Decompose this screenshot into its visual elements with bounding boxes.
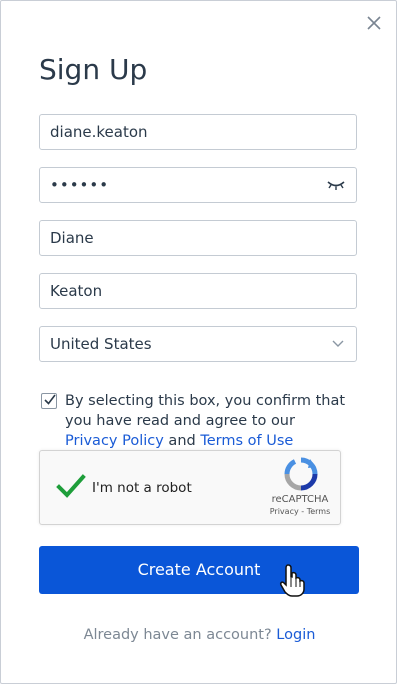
username-input[interactable] — [50, 115, 320, 149]
last-name-input[interactable] — [50, 274, 320, 308]
username-field[interactable] — [39, 114, 357, 150]
recaptcha-links: Privacy - Terms — [260, 507, 340, 516]
first-name-input[interactable] — [50, 221, 320, 255]
eye-closed-icon[interactable] — [327, 179, 345, 191]
recaptcha-privacy-link[interactable]: Privacy — [270, 507, 299, 516]
terms-of-use-link[interactable]: Terms of Use — [200, 433, 293, 449]
hand-cursor-icon — [280, 564, 305, 597]
consent-checkbox[interactable] — [41, 393, 57, 409]
password-field[interactable]: •••••• — [39, 167, 357, 203]
recaptcha-brand: reCAPTCHA — [271, 494, 329, 505]
recaptcha-terms-link[interactable]: Terms — [307, 507, 331, 516]
recaptcha-separator: - — [298, 507, 307, 516]
captcha-check-icon[interactable] — [56, 473, 86, 501]
privacy-policy-link[interactable]: Privacy Policy — [65, 433, 164, 449]
signup-dialog: Sign Up •••••• United States By selectin… — [0, 0, 397, 684]
consent-text: By selecting this box, you confirm that … — [65, 391, 351, 451]
create-account-button[interactable]: Create Account — [39, 546, 359, 594]
consent-text-before: By selecting this box, you confirm that … — [65, 393, 346, 429]
password-input[interactable]: •••••• — [50, 168, 109, 203]
login-prompt-text: Already have an account? — [83, 627, 277, 643]
login-prompt: Already have an account? Login — [1, 627, 397, 643]
country-select[interactable]: United States — [39, 326, 357, 362]
last-name-field[interactable] — [39, 273, 357, 309]
close-icon[interactable] — [364, 12, 384, 34]
recaptcha-logo-icon — [284, 457, 318, 491]
first-name-field[interactable] — [39, 220, 357, 256]
checkmark-icon — [44, 394, 56, 405]
chevron-down-icon — [332, 340, 344, 347]
country-selected-value: United States — [50, 335, 152, 353]
captcha-label: I'm not a robot — [92, 480, 192, 496]
page-title: Sign Up — [39, 53, 148, 86]
login-link[interactable]: Login — [276, 627, 315, 643]
consent-and-text: and — [163, 433, 201, 449]
recaptcha-widget: I'm not a robot reCAPTCHA Privacy - Term… — [39, 450, 341, 525]
